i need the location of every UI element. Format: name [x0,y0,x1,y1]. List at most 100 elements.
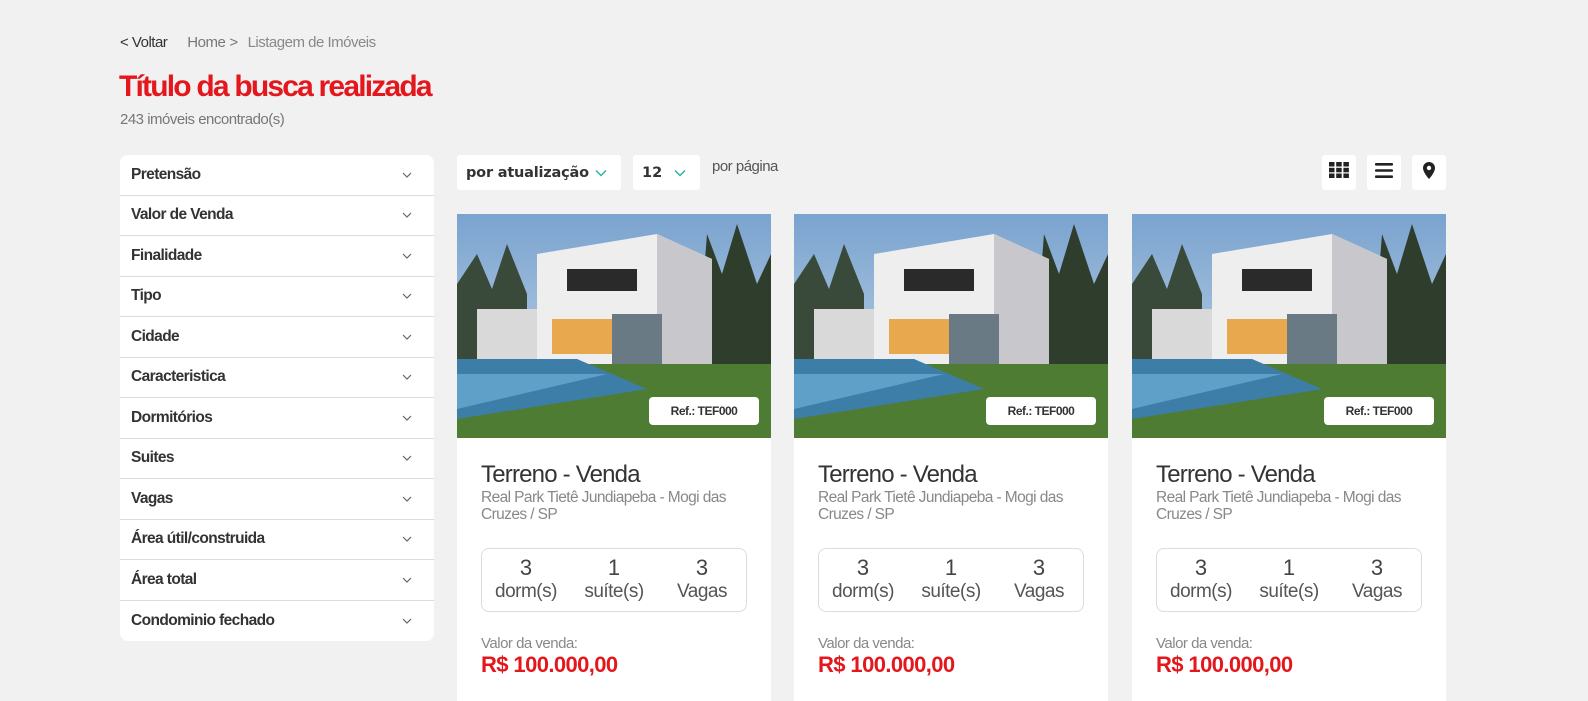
filter-label: Área total [131,570,197,588]
listing-features: 3 dorm(s) 1 suíte(s) 3 Vagas [1156,548,1422,612]
chevron-down-icon [674,166,686,184]
breadcrumb-separator: > [229,34,238,51]
chevron-down-icon [402,413,412,423]
listing-card[interactable]: Ref.: TEF000 Terreno - Venda Real Park T… [1132,214,1446,701]
filter-label: Cidade [131,327,180,345]
listing-title[interactable]: Terreno - Venda [818,461,978,489]
feature-value: 3 [1194,555,1208,580]
list-view-icon [1375,162,1393,183]
filter-finalidade[interactable]: Finalidade [120,236,434,277]
chevron-down-icon [402,210,412,220]
breadcrumb-current: Listagem de Imóveis [247,34,377,51]
feature-label: Vagas [1014,581,1064,602]
filter-area-util[interactable]: Área útil/construida [120,520,434,560]
filter-label: Área útil/construida [131,530,265,548]
list-view-button[interactable] [1367,155,1401,190]
listing-card[interactable]: Ref.: TEF000 Terreno - Venda Real Park T… [457,214,771,701]
filters-sidebar: Pretensão Valor de Venda Finalidade Tipo… [120,155,434,641]
price-label: Valor da venda: [481,635,578,652]
listing-address: Real Park Tietê Jundiapeba - Mogi das Cr… [818,489,1064,523]
price-label: Valor da venda: [1156,635,1253,652]
listing-card[interactable]: Ref.: TEF000 Terreno - Venda Real Park T… [794,214,1108,701]
feature-label: Vagas [1352,581,1402,602]
feature-label: suíte(s) [1259,581,1319,602]
filter-condominio-fechado[interactable]: Condominio fechado [120,601,434,642]
filter-label: Valor de Venda [131,206,233,224]
filter-valor-de-venda[interactable]: Valor de Venda [120,196,434,236]
filter-dormitorios[interactable]: Dormitórios [120,398,434,439]
filter-suites[interactable]: Suites [120,439,434,479]
filter-label: Suites [131,449,175,467]
filter-vagas[interactable]: Vagas [120,479,434,520]
filter-caracteristica[interactable]: Caracteristica [120,358,434,398]
grid-view-icon [1329,162,1349,183]
listing-address: Real Park Tietê Jundiapeba - Mogi das Cr… [1156,489,1402,523]
feature-dorms: 3 dorm(s) [819,549,907,611]
chevron-down-icon [402,575,412,585]
filter-label: Vagas [131,489,173,507]
result-count: 243 imóveis encontrado(s) [120,111,285,128]
feature-suites: 1 suíte(s) [1245,549,1333,611]
feature-value: 3 [1032,555,1046,580]
filter-label: Dormitórios [131,408,213,426]
feature-dorms: 3 dorm(s) [482,549,570,611]
feature-label: Vagas [677,581,727,602]
chevron-down-icon [402,453,412,463]
feature-label: dorm(s) [495,581,557,602]
ref-badge: Ref.: TEF000 [649,397,759,425]
page-title: Título da busca realizada [119,70,433,103]
breadcrumb: < Voltar Home > Listagem de Imóveis [120,34,376,51]
chevron-down-icon [402,251,412,261]
per-page-label: por página [712,158,778,175]
filter-cidade[interactable]: Cidade [120,317,434,358]
chevron-down-icon [402,372,412,382]
listing-photo[interactable]: Ref.: TEF000 [794,214,1108,438]
chevron-down-icon [402,616,412,626]
filter-label: Caracteristica [131,368,226,386]
feature-value: 3 [856,555,870,580]
feature-value: 3 [1370,555,1384,580]
filter-label: Tipo [131,287,162,305]
listing-title[interactable]: Terreno - Venda [481,461,641,489]
ref-badge: Ref.: TEF000 [1324,397,1434,425]
filter-label: Pretensão [131,165,201,183]
feature-vagas: 3 Vagas [658,549,746,611]
price-value: R$ 100.000,00 [481,652,618,677]
chevron-down-icon [402,534,412,544]
feature-suites: 1 suíte(s) [907,549,995,611]
feature-vagas: 3 Vagas [1333,549,1421,611]
price-value: R$ 100.000,00 [818,652,955,677]
listing-title[interactable]: Terreno - Venda [1156,461,1316,489]
feature-label: suíte(s) [584,581,644,602]
breadcrumb-home-link[interactable]: Home [187,34,226,51]
chevron-down-icon [402,291,412,301]
back-link[interactable]: < Voltar [120,34,168,51]
sort-value: por atualização [466,164,589,181]
feature-label: dorm(s) [832,581,894,602]
chevron-down-icon [402,332,412,342]
listing-features: 3 dorm(s) 1 suíte(s) 3 Vagas [481,548,747,612]
filter-pretensao[interactable]: Pretensão [120,155,434,196]
filter-label: Condominio fechado [131,611,275,629]
filter-tipo[interactable]: Tipo [120,277,434,317]
feature-vagas: 3 Vagas [995,549,1083,611]
feature-value: 1 [607,555,621,580]
sort-select[interactable]: por atualização [457,155,621,190]
feature-label: suíte(s) [921,581,981,602]
feature-value: 3 [519,555,533,580]
grid-view-button[interactable] [1322,155,1356,190]
filter-label: Finalidade [131,246,202,264]
feature-suites: 1 suíte(s) [570,549,658,611]
price-value: R$ 100.000,00 [1156,652,1293,677]
ref-badge: Ref.: TEF000 [986,397,1096,425]
feature-label: dorm(s) [1170,581,1232,602]
price-label: Valor da venda: [818,635,915,652]
filter-area-total[interactable]: Área total [120,560,434,601]
feature-dorms: 3 dorm(s) [1157,549,1245,611]
per-page-select[interactable]: 12 [633,155,700,190]
listing-photo[interactable]: Ref.: TEF000 [457,214,771,438]
feature-value: 3 [695,555,709,580]
map-view-button[interactable] [1412,155,1446,190]
listing-photo[interactable]: Ref.: TEF000 [1132,214,1446,438]
chevron-down-icon [402,170,412,180]
